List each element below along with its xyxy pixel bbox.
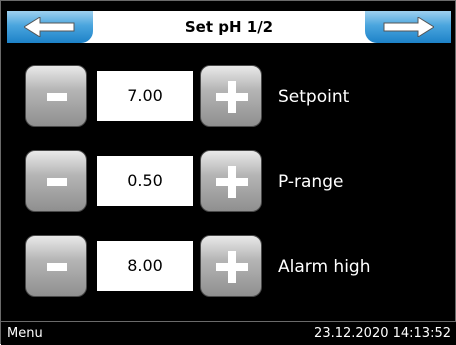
setpoint-value-field[interactable]: 7.00 bbox=[96, 70, 194, 122]
arrow-right-icon bbox=[383, 17, 434, 37]
next-page-button[interactable] bbox=[365, 11, 451, 43]
p-range-decrease-button[interactable] bbox=[25, 150, 87, 212]
minus-icon bbox=[47, 93, 67, 101]
previous-page-button[interactable] bbox=[7, 11, 93, 43]
alarm-high-decrease-button[interactable] bbox=[25, 235, 87, 297]
header-bar: Set pH 1/2 bbox=[7, 11, 451, 43]
p-range-value-field[interactable]: 0.50 bbox=[96, 155, 194, 207]
setpoint-label: Setpoint bbox=[278, 87, 350, 107]
minus-icon bbox=[47, 178, 67, 186]
alarm-high-row: 8.00 Alarm high bbox=[1, 235, 456, 299]
p-range-label: P-range bbox=[278, 172, 344, 192]
setpoint-row: 7.00 Setpoint bbox=[1, 65, 456, 129]
p-range-increase-button[interactable] bbox=[200, 150, 262, 212]
arrow-left-icon bbox=[24, 17, 75, 37]
status-bar: Menu 23.12.2020 14:13:52 bbox=[1, 321, 456, 345]
date-time-display: 23.12.2020 14:13:52 bbox=[314, 326, 451, 341]
alarm-high-increase-button[interactable] bbox=[200, 235, 262, 297]
setpoint-decrease-button[interactable] bbox=[25, 65, 87, 127]
setpoint-increase-button[interactable] bbox=[200, 65, 262, 127]
alarm-high-value-field[interactable]: 8.00 bbox=[96, 240, 194, 292]
alarm-high-label: Alarm high bbox=[278, 257, 371, 277]
p-range-row: 0.50 P-range bbox=[1, 150, 456, 214]
device-screen: Set pH 1/2 7.00 Setpoint 0.50 P-range 8.… bbox=[0, 0, 456, 345]
minus-icon bbox=[47, 263, 67, 271]
menu-link[interactable]: Menu bbox=[7, 325, 43, 343]
